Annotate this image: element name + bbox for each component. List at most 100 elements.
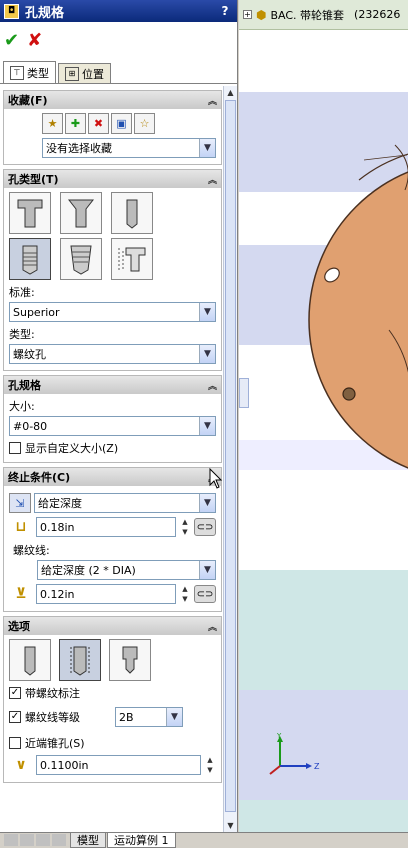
favorites-title: 收藏(F)	[8, 94, 48, 107]
cancel-button[interactable]: ✘	[27, 30, 42, 51]
csink-diameter-input[interactable]: 0.1100in	[36, 755, 201, 775]
near-csink-box[interactable]	[9, 737, 21, 749]
chevron-down-icon[interactable]: ▼	[199, 139, 215, 157]
chevron-down-icon[interactable]: ▼	[199, 345, 215, 363]
svg-text:Y: Y	[276, 732, 282, 740]
chevron-down-icon[interactable]: ▼	[199, 561, 215, 579]
link-icon[interactable]: ⊂⊃	[194, 585, 216, 603]
hole-spec-group: 孔规格 ︽ 大小: #0-80 ▼ 显示自定义大小(Z)	[3, 375, 222, 463]
chevron-down-icon[interactable]: ▼	[199, 417, 215, 435]
options-header[interactable]: 选项 ︽	[4, 617, 221, 635]
panel-scroll-area: 收藏(F) ︽ ★ ✚ ✖ ▣ ☆ 没有选择收藏 ▼ 孔类型(T) ︽ 标准: …	[0, 86, 224, 832]
hole-spec-title: 孔规格	[8, 379, 41, 392]
panel-splitter[interactable]	[239, 378, 249, 408]
end-condition-group: 终止条件(C) ︽ ⇲ 给定深度 ▼ ⊔ 0.18in ▲▼	[3, 467, 222, 612]
tab-nav-arrows[interactable]	[0, 833, 70, 848]
cosmetic-thread-checkbox[interactable]: ✓ 带螺纹标注	[9, 685, 216, 701]
thread-class-checkbox[interactable]: ✓ 螺纹线等级 2B ▼	[9, 707, 216, 727]
chevron-down-icon[interactable]: ▼	[199, 494, 215, 512]
custom-size-label: 显示自定义大小(Z)	[25, 442, 119, 455]
straight-tap-icon[interactable]	[9, 238, 51, 280]
favorite-apply-icon[interactable]: ★	[42, 113, 63, 134]
type-select[interactable]: 螺纹孔 ▼	[9, 344, 216, 364]
hole-type-header[interactable]: 孔类型(T) ︽	[4, 170, 221, 188]
action-row: ✔ ✘	[0, 22, 237, 58]
hole-icon[interactable]	[111, 192, 153, 234]
options-title: 选项	[8, 620, 30, 633]
end-condition-header[interactable]: 终止条件(C) ︽	[4, 468, 221, 486]
size-label: 大小:	[9, 400, 35, 413]
help-button[interactable]: ?	[217, 3, 233, 19]
standard-label: 标准:	[9, 286, 35, 299]
bottom-tab-strip: 模型 运动算例 1	[0, 832, 408, 848]
thread-label: 螺纹线:	[13, 544, 50, 557]
countersink-icon[interactable]	[60, 192, 102, 234]
tab-model-label: 模型	[77, 834, 99, 847]
near-csink-label: 近端锥孔(S)	[25, 737, 85, 750]
csink-diameter-spinner[interactable]: ▲ ▼	[204, 755, 216, 775]
thread-with-callout-icon[interactable]	[59, 639, 101, 681]
custom-size-box[interactable]	[9, 442, 21, 454]
thread-class-box[interactable]: ✓	[9, 711, 21, 723]
counterbore-icon[interactable]	[9, 192, 51, 234]
near-csink-checkbox[interactable]: 近端锥孔(S)	[9, 735, 216, 751]
end-condition-select[interactable]: 给定深度 ▼	[34, 493, 216, 513]
favorite-load-icon[interactable]: ☆	[134, 113, 155, 134]
hole-type-group: 孔类型(T) ︽ 标准: Superior ▼ 类型: 螺纹孔 ▼	[3, 169, 222, 371]
tab-type[interactable]: ⊤ 类型	[3, 61, 56, 83]
scroll-up-icon[interactable]: ▲	[224, 86, 237, 99]
cosmetic-thread-box[interactable]: ✓	[9, 687, 21, 699]
reverse-direction-icon[interactable]: ⇲	[9, 493, 31, 513]
thread-depth-spinner[interactable]: ▲ ▼	[179, 584, 191, 604]
favorites-select-value: 没有选择收藏	[46, 142, 112, 155]
collapse-icon[interactable]: ︽	[208, 379, 217, 392]
depth-input[interactable]: 0.18in	[36, 517, 176, 537]
favorites-header[interactable]: 收藏(F) ︽	[4, 91, 221, 109]
hole-type-title: 孔类型(T)	[8, 173, 59, 186]
mouse-cursor-icon	[209, 468, 223, 489]
standard-select[interactable]: Superior ▼	[9, 302, 216, 322]
thread-depth-value: 0.12in	[40, 587, 75, 601]
depth-value: 0.18in	[40, 520, 75, 534]
chevron-down-icon[interactable]: ▼	[166, 708, 182, 726]
collapse-icon[interactable]: ︽	[208, 94, 217, 107]
cosmetic-thread-icon[interactable]	[9, 639, 51, 681]
scroll-down-icon[interactable]: ▼	[224, 819, 237, 832]
tab-motion-study[interactable]: 运动算例 1	[107, 833, 176, 848]
type-tab-icon: ⊤	[10, 65, 24, 80]
thread-class-select[interactable]: 2B ▼	[115, 707, 183, 727]
standard-value: Superior	[13, 305, 60, 319]
csink-diameter-icon: ∨	[15, 757, 27, 773]
hole-spec-header[interactable]: 孔规格 ︽	[4, 376, 221, 394]
tab-motion-study-label: 运动算例 1	[114, 834, 169, 847]
panel-scrollbar[interactable]: ▲ ▼	[223, 86, 237, 832]
tab-position-label: 位置	[82, 67, 104, 81]
tab-position[interactable]: ⊞ 位置	[58, 63, 111, 83]
thread-value: 给定深度 (2 * DIA)	[41, 564, 136, 577]
end-condition-value: 给定深度	[38, 497, 82, 510]
end-condition-title: 终止条件(C)	[8, 471, 71, 484]
favorite-delete-icon[interactable]: ✖	[88, 113, 109, 134]
remove-thread-icon[interactable]	[109, 639, 151, 681]
depth-spinner[interactable]: ▲ ▼	[179, 517, 191, 537]
favorite-add-icon[interactable]: ✚	[65, 113, 86, 134]
collapse-icon[interactable]: ︽	[208, 620, 217, 633]
chevron-down-icon[interactable]: ▼	[199, 303, 215, 321]
size-select[interactable]: #0-80 ▼	[9, 416, 216, 436]
scrollbar-thumb[interactable]	[225, 100, 236, 812]
part-model	[308, 144, 408, 469]
link-icon[interactable]: ⊂⊃	[194, 518, 216, 536]
favorite-save-icon[interactable]: ▣	[111, 113, 132, 134]
thread-depth-input[interactable]: 0.12in	[36, 584, 176, 604]
custom-size-checkbox[interactable]: 显示自定义大小(Z)	[9, 440, 216, 456]
collapse-icon[interactable]: ︽	[208, 173, 217, 186]
favorites-select[interactable]: 没有选择收藏 ▼	[42, 138, 216, 158]
legacy-hole-icon[interactable]	[111, 238, 153, 280]
ok-button[interactable]: ✔	[4, 30, 19, 51]
thread-select[interactable]: 给定深度 (2 * DIA) ▼	[37, 560, 216, 580]
tab-type-label: 类型	[27, 66, 49, 80]
depth-icon: ⊔	[15, 519, 27, 535]
tab-model[interactable]: 模型	[70, 833, 106, 848]
graphics-area[interactable]: + ⬢ BAC. 带轮锥套 (232626	[239, 0, 408, 832]
tapered-tap-icon[interactable]	[60, 238, 102, 280]
